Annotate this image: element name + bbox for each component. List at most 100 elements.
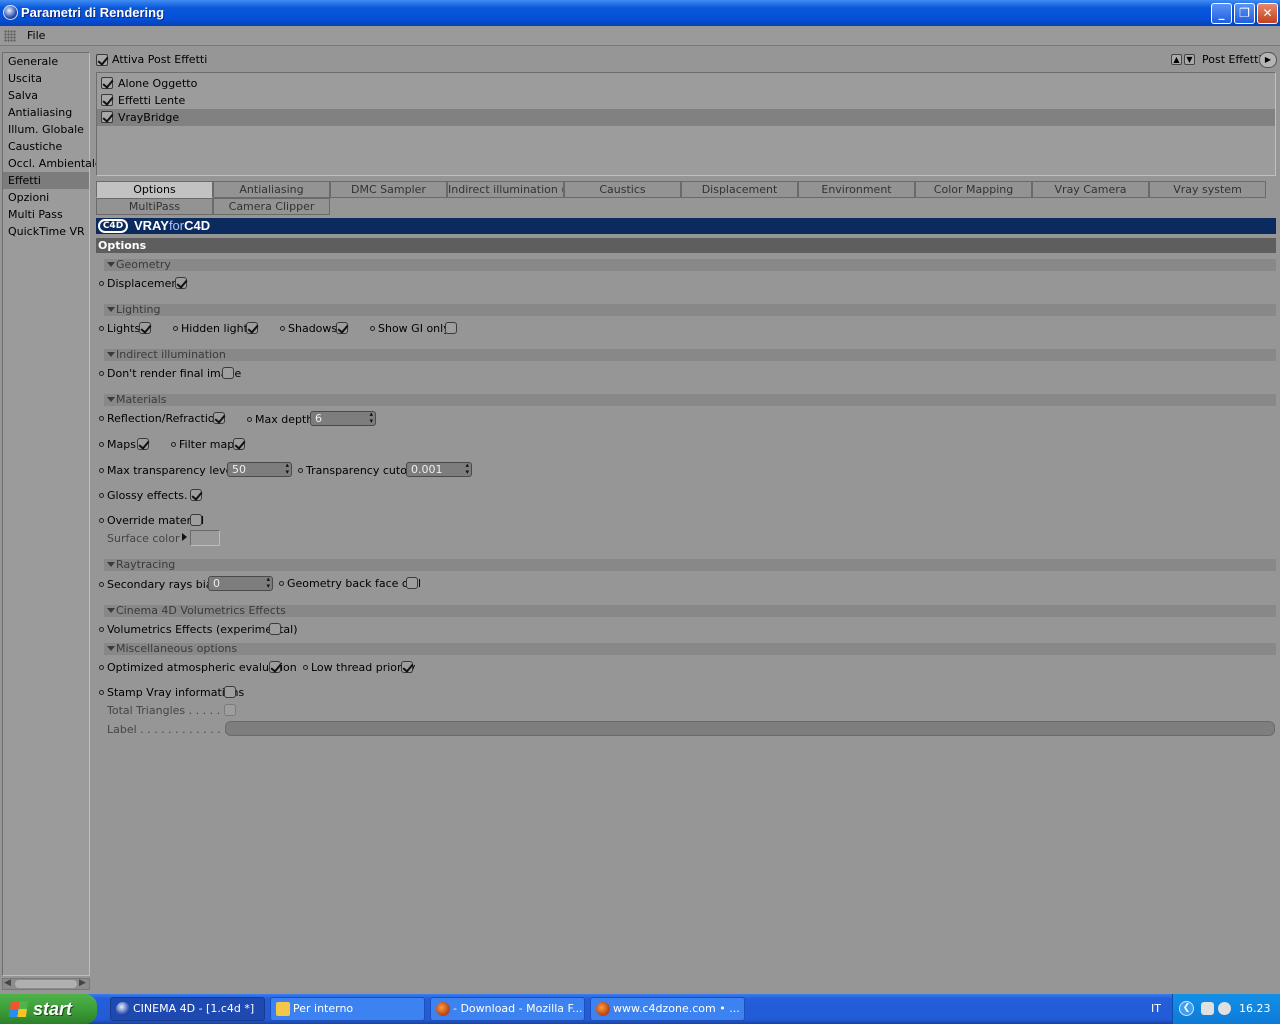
animate-dot-icon[interactable]: [99, 371, 104, 376]
task-per-interno[interactable]: Per interno: [270, 997, 425, 1021]
tab-camera-clipper[interactable]: Camera Clipper: [213, 198, 330, 215]
menu-file[interactable]: File: [27, 29, 45, 42]
animate-dot-icon[interactable]: [173, 326, 178, 331]
tab-antialiasing[interactable]: Antialiasing: [213, 181, 330, 198]
secondary-rays-bias-input[interactable]: 0: [208, 576, 273, 591]
animate-dot-icon[interactable]: [99, 468, 104, 473]
surface-color-swatch[interactable]: [190, 530, 220, 546]
lights-checkbox[interactable]: [139, 322, 151, 334]
scroll-left-icon[interactable]: ◀: [4, 978, 11, 988]
group-lighting[interactable]: Lighting: [104, 304, 1276, 316]
animate-dot-icon[interactable]: [303, 665, 308, 670]
nav-item-antialiasing[interactable]: Antialiasing: [3, 104, 89, 121]
effect-row-effetti-lente[interactable]: Effetti Lente: [97, 92, 1275, 109]
minimize-button[interactable]: _: [1211, 3, 1232, 24]
nav-item-salva[interactable]: Salva: [3, 87, 89, 104]
nav-item-occl-ambientale[interactable]: Occl. Ambientale: [3, 155, 102, 172]
scrollbar-thumb[interactable]: [15, 980, 77, 988]
enable-post-effects-checkbox[interactable]: [96, 54, 108, 66]
animate-dot-icon[interactable]: [99, 690, 104, 695]
restore-button[interactable]: ❐: [1234, 3, 1255, 24]
group-materials[interactable]: Materials: [104, 394, 1276, 406]
tab-environment[interactable]: Environment: [798, 181, 915, 198]
animate-dot-icon[interactable]: [99, 493, 104, 498]
animate-dot-icon[interactable]: [280, 326, 285, 331]
tab-options[interactable]: Options: [96, 181, 213, 198]
scroll-right-icon[interactable]: ▶: [79, 978, 86, 988]
nav-item-uscita[interactable]: Uscita: [3, 70, 89, 87]
optimized-atmospheric-checkbox[interactable]: [269, 661, 281, 673]
nav-item-multi-pass[interactable]: Multi Pass: [3, 206, 89, 223]
group-geometry[interactable]: Geometry: [104, 259, 1276, 271]
volumetrics-effects-checkbox[interactable]: [269, 623, 281, 635]
effect-checkbox[interactable]: [101, 77, 113, 89]
task-cinema4d[interactable]: CINEMA 4D - [1.c4d *]: [110, 997, 265, 1021]
left-horizontal-scrollbar[interactable]: ◀ ▶: [2, 978, 90, 990]
post-effects-menu-label[interactable]: Post Effetti: [1202, 53, 1262, 66]
low-thread-priority-checkbox[interactable]: [401, 661, 413, 673]
max-transparency-levels-input[interactable]: 50: [227, 462, 292, 477]
effect-row-alone-oggetto[interactable]: Alone Oggetto: [97, 75, 1275, 92]
filter-maps-checkbox[interactable]: [233, 438, 245, 450]
maps-checkbox[interactable]: [137, 438, 149, 450]
animate-dot-icon[interactable]: [99, 416, 104, 421]
post-effects-menu-arrow-icon[interactable]: ▶: [1259, 52, 1277, 68]
nav-item-generale[interactable]: Generale: [3, 53, 89, 70]
animate-dot-icon[interactable]: [298, 468, 303, 473]
task-c4dzone[interactable]: www.c4dzone.com • ...: [590, 997, 745, 1021]
grip-icon[interactable]: [4, 30, 16, 42]
dont-render-final-image-checkbox[interactable]: [222, 367, 234, 379]
animate-dot-icon[interactable]: [99, 281, 104, 286]
animate-dot-icon[interactable]: [279, 581, 284, 586]
effect-row-vraybridge[interactable]: VrayBridge: [97, 109, 1275, 126]
effect-checkbox[interactable]: [101, 94, 113, 106]
animate-dot-icon[interactable]: [247, 417, 252, 422]
stamp-vray-informations-checkbox[interactable]: [224, 686, 236, 698]
show-hidden-icons-icon[interactable]: ❮: [1179, 1001, 1194, 1016]
language-indicator[interactable]: IT: [1151, 1002, 1161, 1015]
tab-multipass[interactable]: MultiPass: [96, 198, 213, 215]
show-gi-only-checkbox[interactable]: [445, 322, 457, 334]
start-button[interactable]: start: [0, 994, 97, 1024]
effect-checkbox[interactable]: [101, 111, 113, 123]
animate-dot-icon[interactable]: [99, 442, 104, 447]
total-triangles-checkbox[interactable]: [224, 704, 236, 716]
transparency-cutoff-input[interactable]: 0.001: [406, 462, 472, 477]
tab-indirect-illumination[interactable]: Indirect illumination (GI): [447, 181, 564, 198]
network-tray-icon[interactable]: [1201, 1002, 1214, 1015]
group-miscellaneous[interactable]: Miscellaneous options: [104, 643, 1276, 655]
animate-dot-icon[interactable]: [99, 627, 104, 632]
volume-tray-icon[interactable]: [1218, 1002, 1231, 1015]
nav-item-opzioni[interactable]: Opzioni: [3, 189, 89, 206]
tab-vray-system[interactable]: Vray system: [1149, 181, 1266, 198]
nav-item-quicktime-vr[interactable]: QuickTime VR: [3, 223, 89, 240]
shadows-checkbox[interactable]: [336, 322, 348, 334]
expand-triangle-icon[interactable]: [182, 533, 187, 541]
nav-item-effetti[interactable]: Effetti: [3, 172, 89, 189]
animate-dot-icon[interactable]: [99, 518, 104, 523]
nav-item-caustiche[interactable]: Caustiche: [3, 138, 89, 155]
group-raytracing[interactable]: Raytracing: [104, 559, 1276, 571]
tab-caustics[interactable]: Caustics: [564, 181, 681, 198]
animate-dot-icon[interactable]: [370, 326, 375, 331]
move-down-icon[interactable]: ▼: [1184, 54, 1195, 65]
animate-dot-icon[interactable]: [99, 665, 104, 670]
animate-dot-icon[interactable]: [171, 442, 176, 447]
window-titlebar[interactable]: Parametri di Rendering _ ❐ ✕: [0, 0, 1280, 26]
reflection-refraction-checkbox[interactable]: [213, 412, 225, 424]
glossy-effects-checkbox[interactable]: [190, 489, 202, 501]
hidden-lights-checkbox[interactable]: [246, 322, 258, 334]
max-depth-input[interactable]: 6: [310, 411, 376, 426]
animate-dot-icon[interactable]: [99, 582, 104, 587]
tab-displacement[interactable]: Displacement: [681, 181, 798, 198]
tab-color-mapping[interactable]: Color Mapping: [915, 181, 1032, 198]
label-input[interactable]: [225, 721, 1275, 736]
group-indirect-illumination[interactable]: Indirect illumination: [104, 349, 1276, 361]
override-material-checkbox[interactable]: [190, 514, 202, 526]
tab-vray-camera[interactable]: Vray Camera: [1032, 181, 1149, 198]
group-volumetrics[interactable]: Cinema 4D Volumetrics Effects: [104, 605, 1276, 617]
animate-dot-icon[interactable]: [99, 326, 104, 331]
tab-dmc-sampler[interactable]: DMC Sampler: [330, 181, 447, 198]
geometry-back-face-cull-checkbox[interactable]: [406, 577, 418, 589]
task-mozilla-download[interactable]: - Download - Mozilla F...: [430, 997, 585, 1021]
